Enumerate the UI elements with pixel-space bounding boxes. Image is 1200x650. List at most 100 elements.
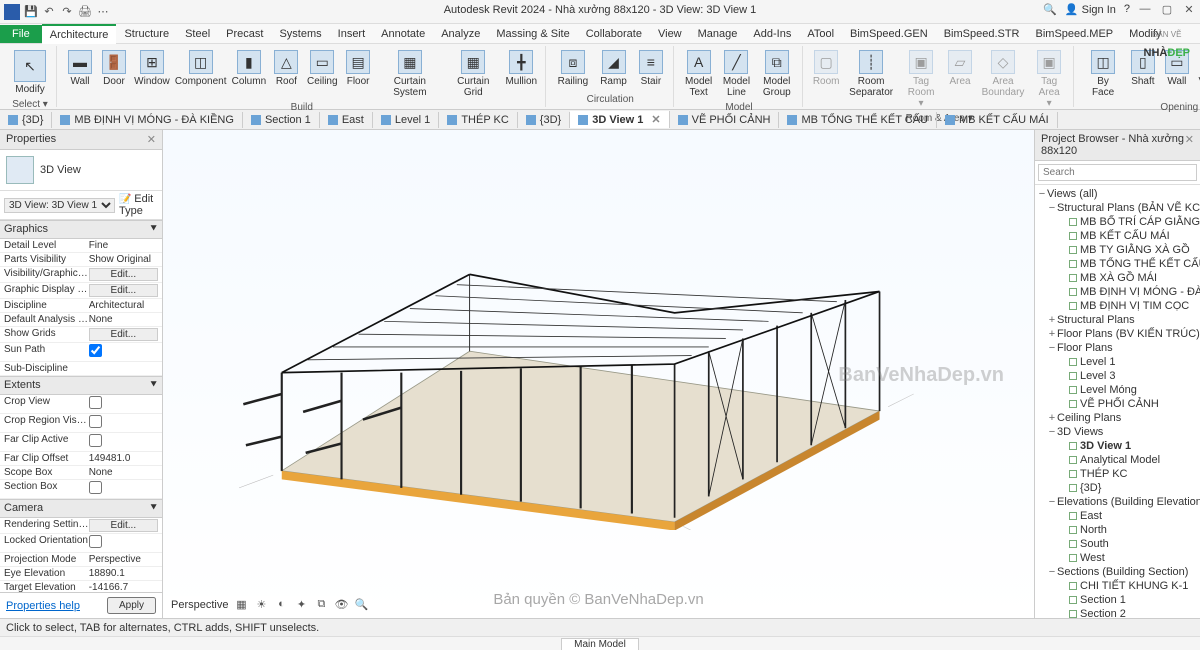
tree-node[interactable]: 3D View 1 (1035, 439, 1200, 453)
view-tab[interactable]: Section 1 (243, 112, 320, 128)
tag-area-button[interactable]: ▣Tag Area ▾ (1031, 48, 1067, 111)
tree-node[interactable]: Section 1 (1035, 593, 1200, 607)
view-tab[interactable]: MB TỔNG THỂ KẾT CẤU (779, 112, 937, 128)
stair-button[interactable]: ≡Stair (635, 48, 667, 89)
ribbon-tab-annotate[interactable]: Annotate (373, 25, 433, 43)
help-icon[interactable]: ? (1124, 3, 1130, 15)
property-row[interactable]: Parts VisibilityShow Original (0, 253, 162, 267)
property-row[interactable]: Crop View (0, 395, 162, 414)
tree-node[interactable]: Section 2 (1035, 607, 1200, 618)
close-icon[interactable]: ✕ (1182, 2, 1196, 16)
property-row[interactable]: Show GridsEdit... (0, 327, 162, 343)
tree-node[interactable]: −3D Views (1035, 425, 1200, 439)
tree-node[interactable]: Analytical Model (1035, 453, 1200, 467)
view-tab[interactable]: {3D} (0, 112, 52, 128)
crop-icon[interactable]: ⧉ (314, 598, 328, 612)
tree-node[interactable]: VẼ PHỐI CẢNH (1035, 397, 1200, 411)
view-tab[interactable]: VẼ PHỐI CẢNH (670, 112, 780, 128)
property-row[interactable]: Crop Region Visible (0, 414, 162, 433)
tree-node[interactable]: −Elevations (Building Elevation) (1035, 495, 1200, 509)
view-tab[interactable]: THÉP KC (439, 112, 517, 128)
property-row[interactable]: Far Clip Offset149481.0 (0, 452, 162, 466)
hide-icon[interactable]: 👁 (334, 598, 348, 612)
qat-save-icon[interactable]: 💾 (24, 5, 38, 19)
projection-mode-label[interactable]: Perspective (171, 599, 228, 611)
tree-node[interactable]: −Structural Plans (BẢN VẼ KC) (1035, 201, 1200, 215)
visual-style-icon[interactable]: ▦ (234, 598, 248, 612)
property-row[interactable]: Projection ModePerspective (0, 553, 162, 567)
browser-search-input[interactable] (1038, 164, 1197, 181)
property-row[interactable]: Far Clip Active (0, 433, 162, 452)
ribbon-tab-steel[interactable]: Steel (177, 25, 218, 43)
browser-close-icon[interactable]: ✕ (1185, 133, 1194, 157)
qat-redo-icon[interactable]: ↷ (60, 5, 74, 19)
ribbon-tab-bimspeedstr[interactable]: BimSpeed.STR (936, 25, 1028, 43)
edit-type-button[interactable]: 📝 Edit Type (119, 193, 158, 217)
main-model-tab[interactable]: Main Model (561, 638, 639, 650)
ribbon-tab-manage[interactable]: Manage (690, 25, 746, 43)
property-row[interactable]: Visibility/Graphics ...Edit... (0, 267, 162, 283)
ribbon-tab-massingsite[interactable]: Massing & Site (488, 25, 577, 43)
tree-node[interactable]: Level 1 (1035, 355, 1200, 369)
properties-help-link[interactable]: Properties help (6, 600, 80, 612)
view-tab[interactable]: MB ĐỊNH VỊ MÓNG - ĐÀ KIỀNG (52, 112, 243, 128)
ribbon-tab-architecture[interactable]: Architecture (42, 24, 117, 44)
property-group[interactable]: Extents⯆ (0, 376, 162, 395)
tree-node[interactable]: +Floor Plans (BV KIẾN TRÚC) (1035, 327, 1200, 341)
view-tab[interactable]: Level 1 (373, 112, 439, 128)
vertical-button[interactable]: │Vertical (1196, 48, 1200, 89)
tree-node[interactable]: MB KẾT CẤU MÁI (1035, 229, 1200, 243)
shadow-icon[interactable]: ◐ (274, 598, 288, 612)
modify-button[interactable]: ↖Modify (10, 48, 50, 97)
wall-button[interactable]: ▬Wall (65, 48, 95, 89)
tree-node[interactable]: MB ĐỊNH VỊ MÓNG - ĐÀ KIỀNG (1035, 285, 1200, 299)
area-boundary-button[interactable]: ◇Area Boundary (979, 48, 1027, 100)
room-separator-button[interactable]: ┊Room Separator (845, 48, 897, 100)
tree-node[interactable]: MB XÀ GỒ MÁI (1035, 271, 1200, 285)
curtain-system-button[interactable]: ▦Curtain System (377, 48, 443, 100)
property-row[interactable]: Locked Orientation (0, 534, 162, 553)
tree-node[interactable]: +Ceiling Plans (1035, 411, 1200, 425)
signin-link[interactable]: 👤 Sign In (1065, 3, 1116, 16)
tree-node[interactable]: Level 3 (1035, 369, 1200, 383)
project-tree[interactable]: −Views (all)−Structural Plans (BẢN VẼ KC… (1035, 185, 1200, 618)
properties-close-icon[interactable]: ✕ (147, 133, 156, 146)
tree-node[interactable]: −Sections (Building Section) (1035, 565, 1200, 579)
area-button[interactable]: ▱Area (945, 48, 975, 89)
property-row[interactable]: Target Elevation-14166.7 (0, 581, 162, 592)
room-button[interactable]: ▢Room (811, 48, 841, 89)
property-group[interactable]: Camera⯆ (0, 499, 162, 518)
property-row[interactable]: Scope BoxNone (0, 466, 162, 480)
column-button[interactable]: ▮Column (230, 48, 267, 89)
tree-node[interactable]: MB ĐỊNH VỊ TIM CỌC (1035, 299, 1200, 313)
byface-button[interactable]: ◫By Face (1082, 48, 1124, 100)
door-button[interactable]: 🚪Door (99, 48, 129, 89)
model-text-button[interactable]: AModel Text (682, 48, 716, 100)
ribbon-tab-view[interactable]: View (650, 25, 690, 43)
ribbon-tab-atool[interactable]: ATool (799, 25, 842, 43)
reveal-icon[interactable]: 🔍 (354, 598, 368, 612)
tree-node[interactable]: South (1035, 537, 1200, 551)
model-group-button[interactable]: ⧉Model Group (757, 48, 796, 100)
model-line-button[interactable]: ╱Model Line (719, 48, 753, 100)
qat-print-icon[interactable]: 🖨 (78, 5, 92, 19)
component-button[interactable]: ◫Component (175, 48, 226, 89)
tree-node[interactable]: THÉP KC (1035, 467, 1200, 481)
qat-undo-icon[interactable]: ↶ (42, 5, 56, 19)
ribbon-tab-structure[interactable]: Structure (116, 25, 177, 43)
type-selector[interactable]: 3D View: 3D View 1 (4, 198, 115, 213)
property-row[interactable]: Graphic Display Op...Edit... (0, 283, 162, 299)
ceiling-button[interactable]: ▭Ceiling (305, 48, 339, 89)
tree-node[interactable]: −Floor Plans (1035, 341, 1200, 355)
tree-node[interactable]: {3D} (1035, 481, 1200, 495)
property-row[interactable]: Default Analysis Dis...None (0, 313, 162, 327)
property-row[interactable]: Eye Elevation18890.1 (0, 567, 162, 581)
ribbon-tab-bimspeedgen[interactable]: BimSpeed.GEN (842, 25, 936, 43)
tree-node[interactable]: MB TY GIẰNG XÀ GỒ (1035, 243, 1200, 257)
tree-node[interactable]: −Views (all) (1035, 187, 1200, 201)
tree-node[interactable]: +Structural Plans (1035, 313, 1200, 327)
view-tab[interactable]: 3D View 1✕ (570, 111, 669, 128)
sun-path-icon[interactable]: ☀ (254, 598, 268, 612)
tree-node[interactable]: West (1035, 551, 1200, 565)
ribbon-tab-bimspeedmep[interactable]: BimSpeed.MEP (1028, 25, 1122, 43)
